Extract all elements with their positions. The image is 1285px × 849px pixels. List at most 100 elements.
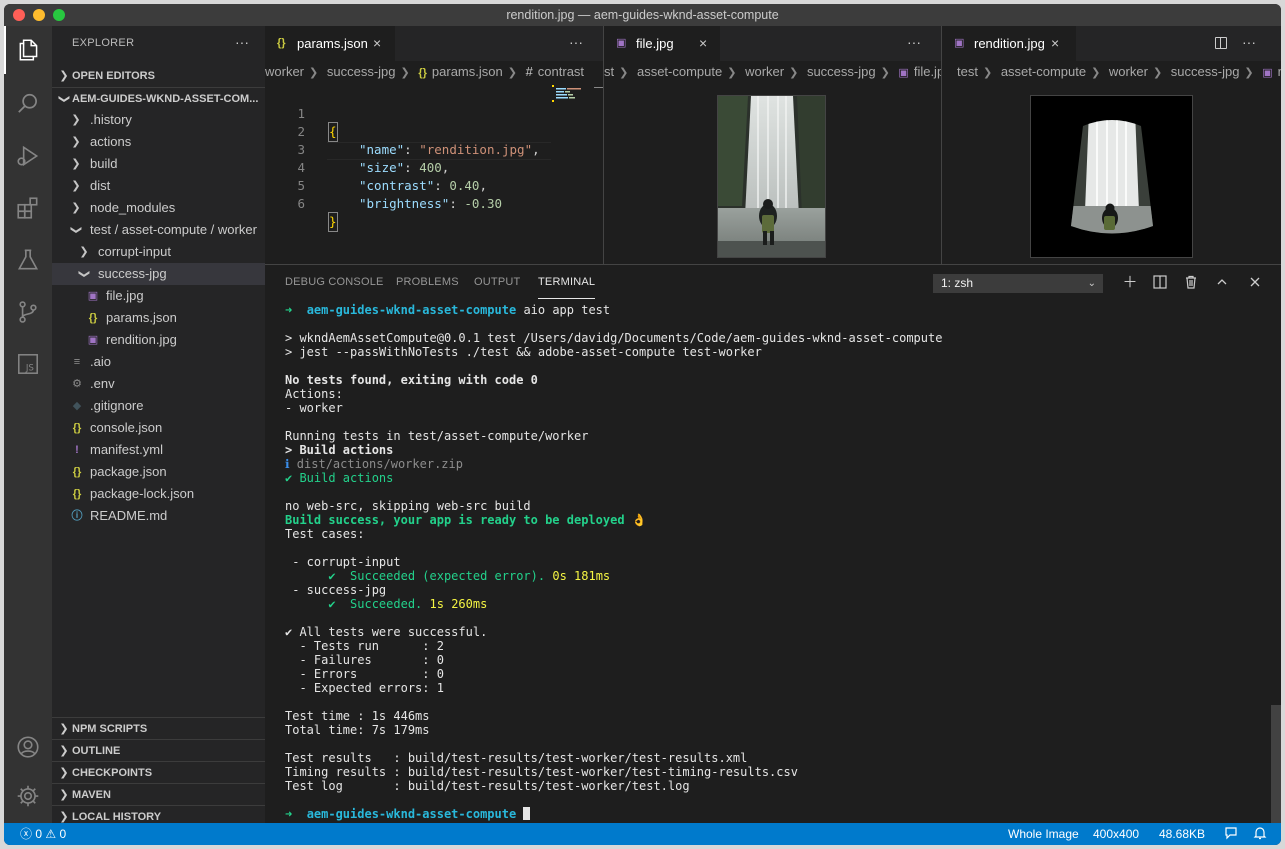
close-panel-icon[interactable] <box>1247 275 1263 291</box>
breadcrumb-item[interactable]: worker <box>745 64 784 79</box>
breadcrumb-item[interactable]: success-jpg <box>327 64 396 79</box>
run-debug-icon[interactable] <box>4 132 52 180</box>
tree-folder-actions[interactable]: ❯ actions <box>52 131 265 153</box>
tab-output[interactable]: OUTPUT <box>474 265 520 300</box>
json-key: "contrast" <box>359 178 435 193</box>
image-dimensions-status[interactable]: 400x400 <box>1093 823 1139 845</box>
notifications-bell-icon[interactable] <box>1253 823 1267 845</box>
terminal-line: ➜ aem-guides-wknd-asset-compute aio app … <box>285 303 1275 317</box>
terminal-line: Actions: <box>285 387 343 401</box>
tree-file-params-json[interactable]: {} params.json <box>52 307 265 329</box>
open-editors-section[interactable]: ❯ OPEN EDITORS <box>52 65 265 87</box>
tab-problems[interactable]: PROBLEMS <box>396 265 459 300</box>
tree-file-aio[interactable]: ≡ .aio <box>52 351 265 373</box>
tree-file-readme[interactable]: ⓘ README.md <box>52 505 265 527</box>
tree-folder-test-worker[interactable]: ❯ test / asset-compute / worker <box>52 219 265 241</box>
json-key: "name" <box>359 142 405 157</box>
explorer-icon[interactable] <box>4 26 52 74</box>
trash-icon[interactable] <box>1183 275 1199 291</box>
breadcrumb-item[interactable]: success-jpg <box>807 64 876 79</box>
json-key: "size" <box>359 160 405 175</box>
tab-debug-console[interactable]: DEBUG CONSOLE <box>285 265 384 300</box>
tree-folder-corrupt-input[interactable]: ❯ corrupt-input <box>52 241 265 263</box>
feedback-icon[interactable] <box>1224 823 1238 845</box>
tree-folder-success-jpg[interactable]: ❯ success-jpg <box>52 263 265 285</box>
tree-label: console.json <box>90 420 163 435</box>
terminal-line: Timing results : build/test-results/test… <box>285 765 798 779</box>
tree-folder-node-modules[interactable]: ❯ node_modules <box>52 197 265 219</box>
new-terminal-plus-icon[interactable]: ＋ <box>1122 275 1138 291</box>
tab-terminal[interactable]: TERMINAL <box>538 266 596 299</box>
explorer-more-button[interactable]: ··· <box>235 26 249 58</box>
settings-gear-icon[interactable] <box>4 772 52 820</box>
tree-file-package-lock-json[interactable]: {} package-lock.json <box>52 483 265 505</box>
breadcrumb-item[interactable]: asset-compute <box>1001 64 1086 79</box>
close-icon[interactable]: × <box>699 26 707 61</box>
tree-folder-dist[interactable]: ❯ dist <box>52 175 265 197</box>
breadcrumb-item[interactable]: success-jpg <box>1171 64 1240 79</box>
code-line-2[interactable]: 2 "name": "rendition.jpg", <box>265 105 539 157</box>
maven-section[interactable]: ❯ MAVEN <box>52 783 265 805</box>
split-editor-icon[interactable] <box>1215 37 1227 49</box>
terminal-select[interactable]: 1: zsh ⌄ <box>933 274 1103 293</box>
more-actions-button[interactable]: ··· <box>569 26 583 58</box>
code-line-1[interactable]: 1 { <box>265 87 338 142</box>
line-number: 6 <box>297 196 305 211</box>
breadcrumb-item[interactable]: st <box>604 64 614 79</box>
breadcrumb: worker ❯ success-jpg ❯ {} params.json ❯ # con… <box>265 61 603 83</box>
tree-folder-build[interactable]: ❯ build <box>52 153 265 175</box>
tree-label: README.md <box>90 508 168 523</box>
tree-folder-history[interactable]: ❯ .history <box>52 109 265 131</box>
maximize-panel-chevron-up-icon[interactable] <box>1214 275 1230 291</box>
breadcrumb-item[interactable]: contrast <box>538 64 584 79</box>
tree-file-file-jpg[interactable]: ▣ file.jpg <box>52 285 265 307</box>
code-line-5[interactable]: 5 "brightness": -0.30 <box>265 159 502 211</box>
source-control-icon[interactable] <box>4 288 52 336</box>
checkpoints-section[interactable]: ❯ CHECKPOINTS <box>52 761 265 783</box>
tree-file-console-json[interactable]: {} console.json <box>52 417 265 439</box>
prompt-arrow-icon: ➜ <box>285 807 307 821</box>
code-line-4[interactable]: 4 "contrast": 0.40, <box>265 141 487 193</box>
breadcrumb-item[interactable]: test <box>957 64 978 79</box>
tree-file-env[interactable]: ⚙ .env <box>52 373 265 395</box>
account-icon[interactable] <box>4 723 52 771</box>
terminal-line: no web-src, skipping web-src build <box>285 499 531 513</box>
breadcrumb-item[interactable]: file.jpg <box>914 64 941 79</box>
js-icon[interactable]: JS <box>4 340 52 388</box>
testing-flask-icon[interactable] <box>4 236 52 284</box>
json-value: -0.30 <box>464 196 503 211</box>
image-file-icon: ▣ <box>1262 67 1273 79</box>
tree-label: corrupt-input <box>98 244 171 259</box>
terminal-scrollbar[interactable] <box>1271 705 1281 824</box>
image-size-status[interactable]: 48.68KB <box>1159 823 1205 845</box>
close-icon[interactable]: × <box>373 26 381 61</box>
problems-status[interactable]: ⓧ 0 ⚠ 0 <box>20 823 66 845</box>
more-actions-button[interactable]: ··· <box>907 26 921 58</box>
outline-section[interactable]: ❯ OUTLINE <box>52 739 265 761</box>
extensions-icon[interactable] <box>4 184 52 232</box>
tab-params-json[interactable]: {} params.json × <box>265 26 395 61</box>
breadcrumb-item[interactable]: params.json <box>432 64 503 79</box>
tab-file-jpg[interactable]: ▣ file.jpg × <box>604 26 720 61</box>
close-icon[interactable]: × <box>1051 26 1059 61</box>
more-actions-button[interactable]: ··· <box>1242 26 1256 58</box>
tree-file-rendition-jpg[interactable]: ▣ rendition.jpg <box>52 329 265 351</box>
zoom-status[interactable]: Whole Image <box>1008 823 1079 845</box>
tree-file-manifest-yml[interactable]: ! manifest.yml <box>52 439 265 461</box>
breadcrumb-item[interactable]: worker <box>1109 64 1148 79</box>
breadcrumb-item[interactable]: ren <box>1278 64 1281 79</box>
tree-file-gitignore[interactable]: ◆ .gitignore <box>52 395 265 417</box>
npm-scripts-section[interactable]: ❯ NPM SCRIPTS <box>52 717 265 739</box>
project-section[interactable]: ❯ AEM-GUIDES-WKND-ASSET-COM... <box>52 87 265 109</box>
tree-file-package-json[interactable]: {} package.json <box>52 461 265 483</box>
bottom-panel: DEBUG CONSOLE PROBLEMS OUTPUT TERMINAL 1… <box>265 264 1281 824</box>
minimap[interactable] <box>552 83 603 183</box>
split-terminal-icon[interactable] <box>1152 275 1168 291</box>
search-icon[interactable] <box>4 80 52 128</box>
code-line-6[interactable]: 6 } <box>265 177 338 232</box>
breadcrumb-item[interactable]: worker <box>265 64 304 79</box>
tab-rendition-jpg[interactable]: ▣ rendition.jpg × <box>942 26 1076 61</box>
code-line-3[interactable]: 3 "size": 400, <box>265 123 449 175</box>
breadcrumb-item[interactable]: asset-compute <box>637 64 722 79</box>
terminal-output[interactable]: ➜ aem-guides-wknd-asset-compute aio app … <box>285 303 1275 821</box>
